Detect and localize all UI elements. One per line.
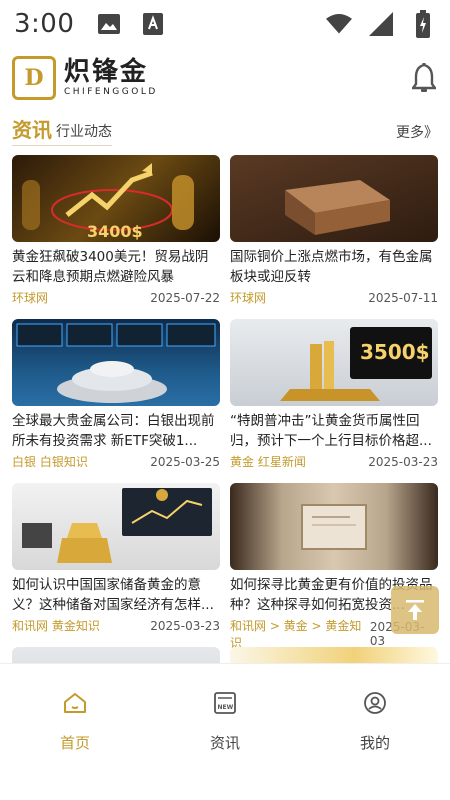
- article-source: 环球网: [230, 291, 267, 305]
- gallery-icon: [96, 11, 122, 37]
- more-link[interactable]: 更多》: [396, 122, 438, 142]
- article-thumbnail: [12, 483, 220, 570]
- section-subtitle: 行业动态: [56, 124, 112, 140]
- status-time: 3:00: [14, 9, 75, 39]
- article-date: 2025-03-23: [150, 618, 220, 633]
- logo: D 炽锋金 CHIFENGGOLD: [12, 56, 158, 100]
- article-source: 黄金 红星新闻: [230, 455, 306, 469]
- article-card[interactable]: 如何认识中国国家储备黄金的意义？这种储备对国家经济有怎样... 和讯网 黄金知识…: [12, 483, 220, 634]
- article-source: 白银 白银知识: [12, 455, 88, 469]
- signal-icon: [368, 11, 394, 37]
- app-header: D 炽锋金 CHIFENGGOLD: [0, 50, 450, 106]
- status-bar: 3:00: [0, 0, 450, 48]
- article-source: 和讯网 > 黄金 > 黄金知识: [230, 619, 362, 650]
- tab-label: 资讯: [209, 734, 240, 752]
- tab-home[interactable]: 首页: [0, 664, 150, 800]
- article-source: 环球网: [12, 291, 49, 305]
- article-thumbnail: 3500$: [230, 319, 438, 406]
- article-thumbnail: 3400$: [12, 155, 220, 242]
- article-card[interactable]: 3500$ “特朗普冲击”让黄金货币属性回归，预计下一个上行目标价格超... 黄…: [230, 319, 438, 470]
- article-title: 如何认识中国国家储备黄金的意义？这种储备对国家经济有怎样...: [12, 577, 214, 613]
- article-thumbnail: [230, 155, 438, 242]
- article-date: 2025-07-22: [150, 290, 220, 305]
- logo-name: 炽锋金: [64, 57, 149, 87]
- svg-text:3500$: 3500$: [360, 340, 430, 364]
- font-app-icon: [140, 11, 166, 37]
- article-source: 和讯网 黄金知识: [12, 619, 100, 633]
- article-title: “特朗普冲击”让黄金货币属性回归，预计下一个上行目标价格超...: [230, 413, 432, 449]
- section-title: 资讯: [12, 118, 52, 142]
- tab-profile[interactable]: 我的: [300, 664, 450, 800]
- logo-name-en: CHIFENGGOLD: [64, 87, 158, 97]
- svg-text:3400$: 3400$: [87, 222, 143, 241]
- tab-news[interactable]: NEW 资讯: [150, 664, 300, 800]
- article-card[interactable]: 国际铜价上涨点燃市场，有色金属板块或迎反转 环球网 2025-07-11: [230, 155, 438, 306]
- news-icon: NEW: [212, 690, 238, 716]
- tab-label: 我的: [359, 734, 390, 752]
- article-title: 黄金狂飙破3400美元！贸易战阴云和降息预期点燃避险风暴: [12, 249, 209, 285]
- article-date: 2025-07-11: [368, 290, 438, 305]
- article-title: 全球最大贵金属公司：白银出现前所未有投资需求 新ETF突破1...: [12, 413, 215, 449]
- article-card[interactable]: 3400$ 黄金狂飙破3400美元！贸易战阴云和降息预期点燃避险风暴 环球网 2…: [12, 155, 220, 306]
- article-title: 国际铜价上涨点燃市场，有色金属板块或迎反转: [230, 249, 433, 285]
- back-to-top-button[interactable]: [391, 586, 439, 634]
- article-date: 2025-03-23: [368, 454, 438, 469]
- tab-label: 首页: [59, 734, 90, 752]
- user-icon: [362, 690, 388, 716]
- article-thumbnail: [12, 319, 220, 406]
- battery-icon: [410, 10, 436, 38]
- home-icon: [62, 690, 88, 716]
- arrow-up-icon: [406, 600, 424, 620]
- bell-icon[interactable]: [410, 62, 438, 94]
- logo-mark: D: [12, 56, 56, 100]
- section-header: 资讯 行业动态 更多》: [0, 110, 450, 146]
- article-card[interactable]: 全球最大贵金属公司：白银出现前所未有投资需求 新ETF突破1... 白银 白银知…: [12, 319, 220, 470]
- svg-text:NEW: NEW: [218, 704, 234, 711]
- bottom-tab-bar: 首页 NEW 资讯 我的: [0, 663, 450, 800]
- wifi-icon: [326, 11, 352, 37]
- article-thumbnail: [230, 483, 438, 570]
- article-date: 2025-03-25: [150, 454, 220, 469]
